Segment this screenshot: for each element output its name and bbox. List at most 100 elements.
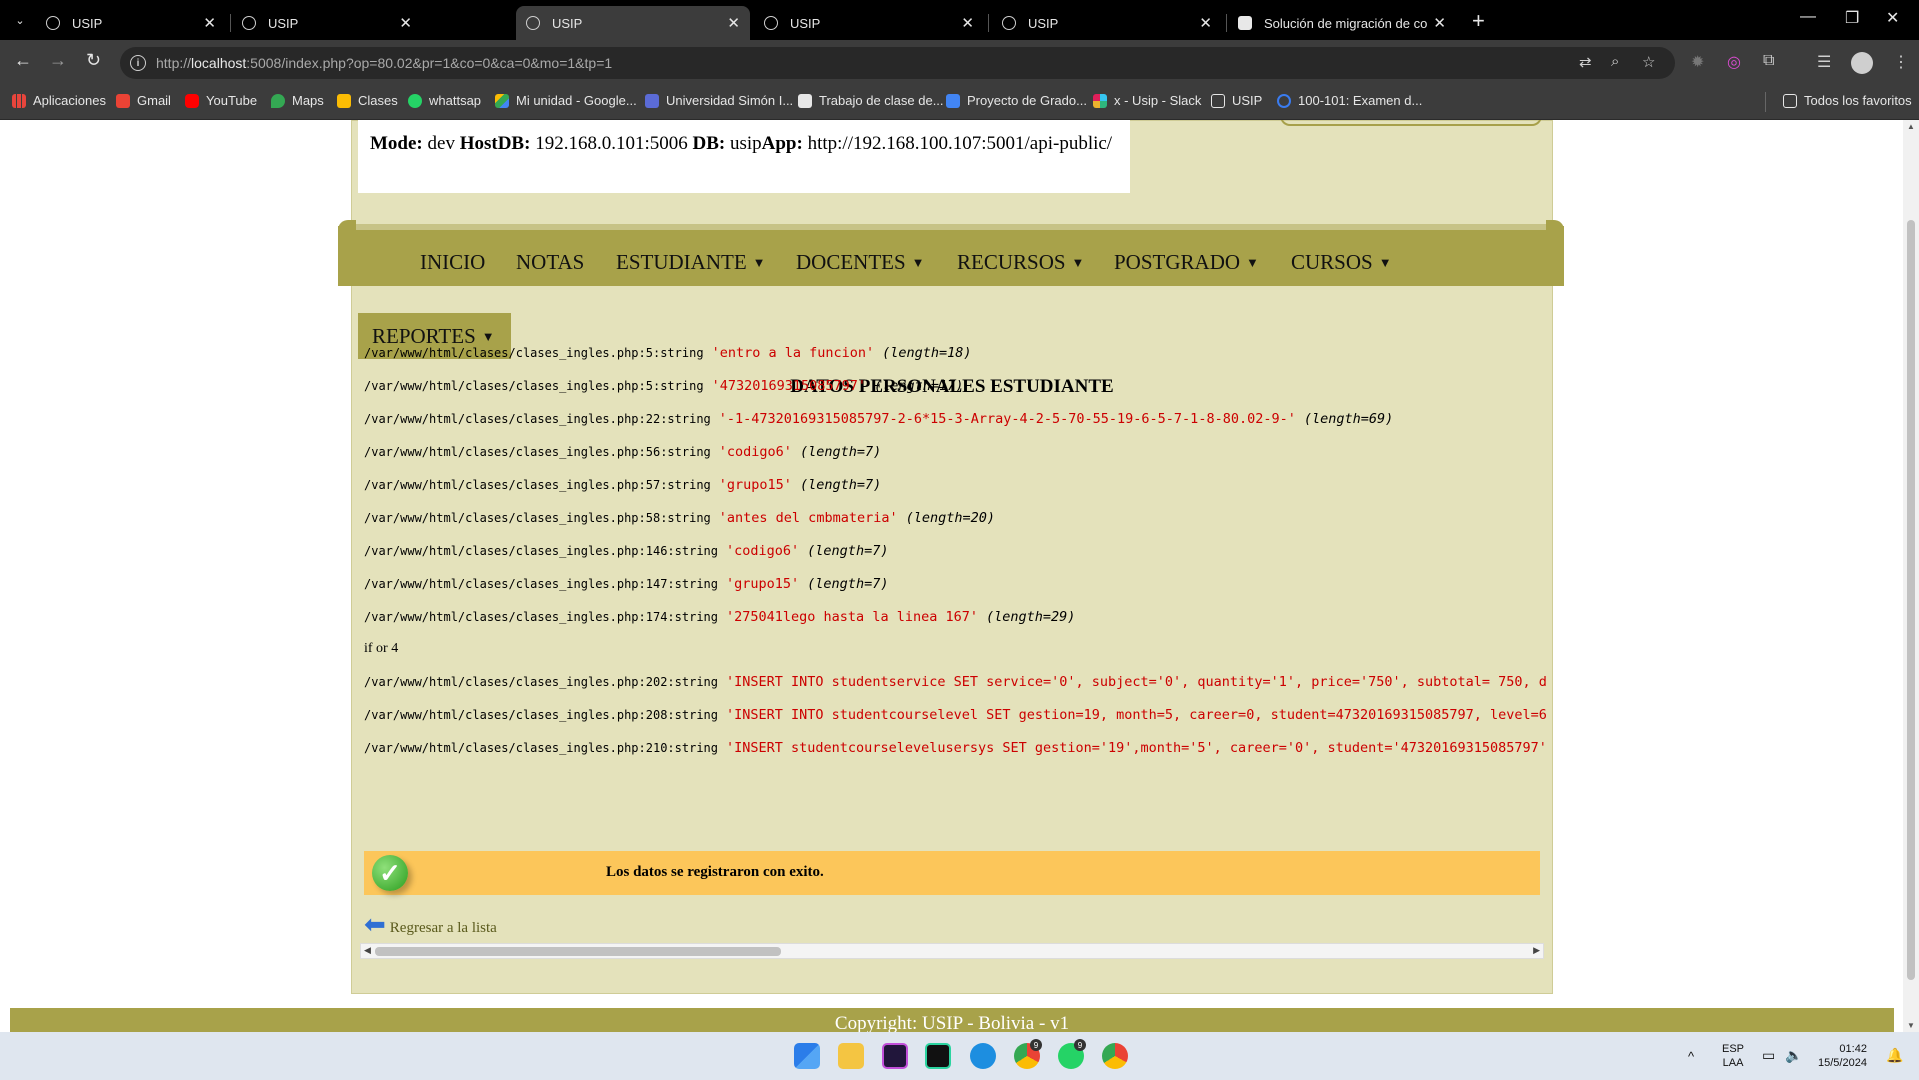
- globe-icon: [1002, 16, 1016, 30]
- chrome-active-icon[interactable]: [1102, 1043, 1128, 1069]
- datagrip-icon[interactable]: [925, 1043, 951, 1069]
- bookmark-all-favorites[interactable]: Todos los favoritos: [1783, 93, 1912, 108]
- forward-arrow-icon[interactable]: →: [49, 50, 67, 71]
- close-icon[interactable]: ✕: [727, 14, 740, 32]
- profile-avatar[interactable]: [1851, 52, 1873, 74]
- zoom-icon[interactable]: ⌕: [1611, 53, 1619, 70]
- back-link-label: Regresar a la lista: [389, 920, 497, 936]
- scroll-right-icon[interactable]: ▶: [1533, 945, 1540, 956]
- bookmark-maps[interactable]: Maps: [271, 93, 324, 108]
- success-banner: ✓ Los datos se registraron con exito.: [364, 851, 1540, 895]
- debug-plain-line: if or 4: [364, 641, 399, 656]
- horizontal-scrollbar[interactable]: ◀ ▶: [360, 943, 1544, 959]
- bookmark-drive[interactable]: Mi unidad - Google...: [495, 93, 637, 108]
- checkmark-icon: ✓: [372, 855, 408, 891]
- tab-usip-5[interactable]: USIP ✕: [992, 6, 1222, 40]
- scrollbar-thumb[interactable]: [375, 947, 781, 956]
- tab-usip-active[interactable]: USIP ✕: [516, 6, 750, 40]
- bookmark-apps[interactable]: Aplicaciones: [12, 93, 106, 108]
- debug-line: /var/www/html/clases/clases_ingles.php:5…: [364, 477, 882, 493]
- whatsapp-icon: [408, 93, 422, 108]
- bookmark-universidad[interactable]: Universidad Simón I...: [645, 93, 793, 108]
- bookmark-folder-usip[interactable]: USIP: [1211, 93, 1262, 108]
- classroom-icon: [337, 93, 351, 108]
- input-language[interactable]: ESP LAA: [1722, 1042, 1744, 1070]
- bookmark-slack[interactable]: x - Usip - Slack: [1093, 93, 1201, 108]
- tab-usip-1[interactable]: USIP ✕: [36, 6, 226, 40]
- bookmark-trabajo[interactable]: Trabajo de clase de...: [798, 93, 944, 108]
- scrollbar-thumb[interactable]: [1907, 220, 1915, 980]
- windows-start-icon[interactable]: [794, 1043, 820, 1069]
- network-icon[interactable]: ▭: [1762, 1048, 1775, 1062]
- phpstorm-icon[interactable]: [882, 1043, 908, 1069]
- notifications-bell-icon[interactable]: 🔔: [1886, 1048, 1903, 1062]
- tab-usip-2[interactable]: USIP ✕: [232, 6, 422, 40]
- folder-icon: [1783, 93, 1797, 108]
- scroll-down-icon[interactable]: ▼: [1907, 1021, 1915, 1030]
- extension-gear-icon[interactable]: ✹: [1691, 52, 1704, 72]
- restore-button[interactable]: ❐: [1845, 8, 1859, 28]
- address-bar[interactable]: i http://localhost:5008/index.php?op=80.…: [120, 47, 1675, 79]
- extension-color-icon[interactable]: ◎: [1727, 52, 1741, 72]
- scroll-left-icon[interactable]: ◀: [364, 945, 371, 956]
- debug-line: /var/www/html/clases/clases_ingles.php:1…: [364, 576, 889, 592]
- tab-chatgpt[interactable]: Solución de migración de conte ✕: [1228, 6, 1456, 40]
- bookmark-star-icon[interactable]: ☆: [1642, 53, 1655, 71]
- tab-title: USIP: [1028, 15, 1059, 31]
- vertical-scrollbar[interactable]: ▲ ▼: [1903, 120, 1919, 1032]
- success-message: Los datos se registraron con exito.: [606, 864, 824, 880]
- globe-icon: [764, 16, 778, 30]
- globe-icon: [242, 16, 256, 30]
- close-icon[interactable]: ✕: [203, 14, 216, 32]
- close-icon[interactable]: ✕: [1199, 14, 1212, 32]
- clock[interactable]: 01:42 15/5/2024: [1818, 1042, 1867, 1070]
- debug-line: /var/www/html/clases/clases_ingles.php:1…: [364, 543, 889, 559]
- extensions-puzzle-icon[interactable]: ⧉: [1763, 52, 1774, 70]
- bookmark-gmail[interactable]: Gmail: [116, 93, 171, 108]
- close-window-button[interactable]: ✕: [1886, 8, 1899, 28]
- close-icon[interactable]: ✕: [399, 14, 412, 32]
- bookmark-proyecto[interactable]: Proyecto de Grado...: [946, 93, 1087, 108]
- new-tab-button[interactable]: +: [1472, 8, 1485, 34]
- tab-search-button[interactable]: ⌄: [8, 8, 32, 32]
- tab-usip-4[interactable]: USIP ✕: [754, 6, 984, 40]
- debug-line: /var/www/html/clases/clases_ingles.php:1…: [364, 609, 1076, 625]
- back-arrow-icon: ⬅: [364, 908, 386, 939]
- debug-line: /var/www/html/clases/clases_ingles.php:2…: [364, 411, 1394, 427]
- reload-icon[interactable]: ↻: [86, 50, 101, 71]
- debug-line: /var/www/html/clases/clases_ingles.php:5…: [364, 345, 972, 361]
- chatgpt-icon: [1238, 16, 1252, 30]
- bookmarks-bar: Aplicaciones Gmail YouTube Maps Clases w…: [0, 84, 1919, 120]
- classroom-assignment-icon: [798, 93, 812, 108]
- volume-icon[interactable]: 🔈: [1785, 1048, 1802, 1062]
- apps-grid-icon: [12, 93, 26, 108]
- bookmark-clases[interactable]: Clases: [337, 93, 398, 108]
- page-footer: Copyright: USIP - Bolivia - v1: [10, 1008, 1894, 1032]
- close-icon[interactable]: ✕: [1433, 14, 1446, 32]
- bookmark-examen[interactable]: 100-101: Examen d...: [1277, 93, 1422, 108]
- docker-icon[interactable]: [970, 1043, 996, 1069]
- youtube-icon: [185, 93, 199, 108]
- tray-chevron-icon[interactable]: ^: [1688, 1050, 1694, 1064]
- docs-icon: [946, 93, 960, 108]
- debug-sql-line: /var/www/html/clases/clases_ingles.php:2…: [364, 707, 1546, 723]
- notification-badge: 9: [1030, 1039, 1042, 1051]
- url-text[interactable]: http://localhost:5008/index.php?op=80.02…: [156, 55, 612, 71]
- scroll-up-icon[interactable]: ▲: [1907, 122, 1915, 131]
- bookmark-youtube[interactable]: YouTube: [185, 93, 257, 108]
- site-info-icon[interactable]: i: [130, 55, 146, 71]
- drive-icon: [495, 93, 509, 108]
- close-icon[interactable]: ✕: [961, 14, 974, 32]
- translate-icon[interactable]: ⇄: [1579, 53, 1592, 71]
- maps-pin-icon: [271, 93, 285, 108]
- minimize-button[interactable]: —: [1800, 8, 1816, 26]
- file-explorer-icon[interactable]: [838, 1043, 864, 1069]
- globe-icon: [46, 16, 60, 30]
- meta-icon: [1277, 93, 1291, 108]
- folder-icon: [1211, 93, 1225, 108]
- back-arrow-icon[interactable]: ←: [14, 50, 32, 71]
- media-queue-icon[interactable]: ☰: [1817, 52, 1831, 72]
- back-to-list-link[interactable]: ⬅ Regresar a la lista: [364, 910, 497, 937]
- bookmark-whattsap[interactable]: whattsap: [408, 93, 481, 108]
- menu-dots-icon[interactable]: ⋮: [1893, 52, 1909, 72]
